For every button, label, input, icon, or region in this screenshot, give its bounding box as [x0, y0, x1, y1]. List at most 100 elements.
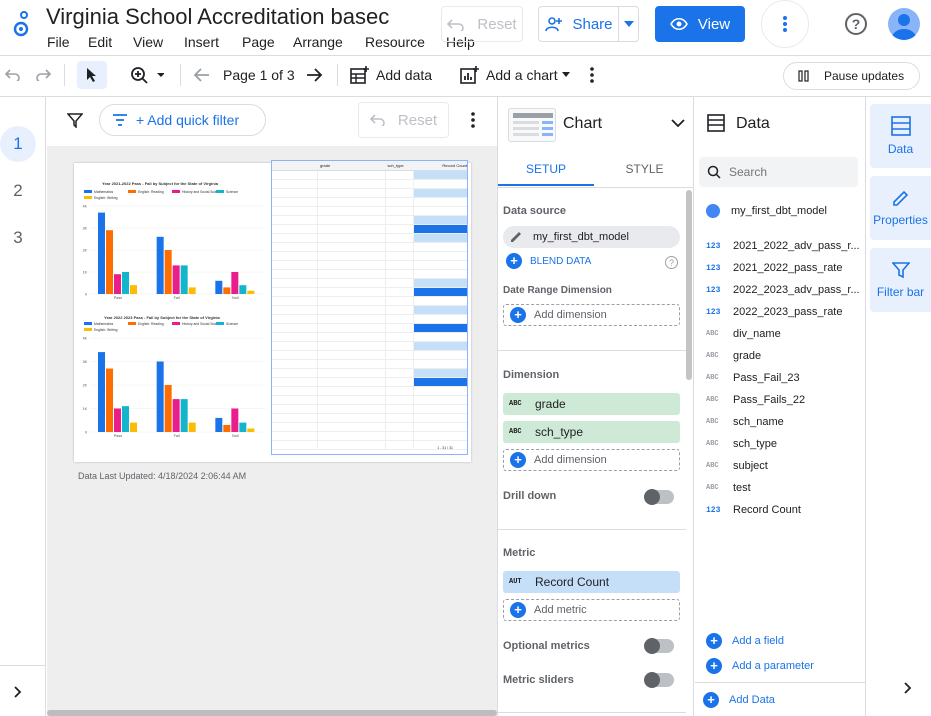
- bar[interactable]: [239, 422, 247, 432]
- prev-page-icon[interactable]: [192, 66, 210, 84]
- data-field-item[interactable]: 123 2022_2023_adv_pass_r...: [706, 279, 860, 301]
- bar[interactable]: [106, 230, 113, 294]
- filter-reset-button[interactable]: Reset: [358, 102, 449, 138]
- select-pointer-icon[interactable]: [77, 61, 107, 89]
- bar[interactable]: [156, 236, 164, 294]
- table-header-grade[interactable]: grade: [320, 163, 388, 168]
- more-vert-icon[interactable]: [586, 66, 598, 84]
- bar[interactable]: [172, 265, 180, 294]
- menu-page[interactable]: Page: [242, 34, 275, 50]
- add-data-footer-button[interactable]: + Add Data: [703, 692, 775, 708]
- blend-data-button[interactable]: + BLEND DATA: [503, 253, 591, 269]
- reset-button[interactable]: Reset: [441, 6, 523, 42]
- add-parameter-button[interactable]: + Add a parameter: [706, 658, 814, 674]
- bar-chart-2021-2022[interactable]: Mathematics English: Reading History and S…: [76, 188, 270, 302]
- bar[interactable]: [164, 250, 172, 294]
- data-source-item[interactable]: my_first_dbt_model: [706, 204, 827, 218]
- add-dimension-button[interactable]: + Add dimension: [503, 449, 680, 471]
- data-field-item[interactable]: ABC Pass_Fails_22: [706, 389, 805, 411]
- pause-updates-button[interactable]: Pause updates: [783, 62, 920, 90]
- share-button[interactable]: Share: [538, 6, 619, 42]
- menu-insert[interactable]: Insert: [184, 34, 219, 50]
- page-thumb-2[interactable]: 2: [0, 174, 36, 208]
- more-vert-icon[interactable]: [761, 0, 809, 48]
- filter-icon[interactable]: [66, 111, 84, 129]
- bar[interactable]: [156, 361, 164, 433]
- bar[interactable]: [172, 399, 180, 432]
- bar[interactable]: [215, 280, 223, 294]
- data-field-item[interactable]: ABC div_name: [706, 323, 781, 345]
- bar[interactable]: [130, 422, 137, 432]
- add-quick-filter-button[interactable]: + Add quick filter: [99, 104, 266, 136]
- bar[interactable]: [98, 352, 105, 432]
- right-tab-filter-bar[interactable]: Filter bar: [870, 248, 931, 312]
- bar[interactable]: [98, 212, 105, 294]
- add-data-button[interactable]: Add data: [350, 64, 432, 86]
- bar[interactable]: [188, 422, 196, 432]
- search-input[interactable]: [729, 165, 849, 179]
- bar[interactable]: [122, 406, 129, 432]
- tab-setup[interactable]: SETUP: [498, 152, 594, 186]
- data-field-item[interactable]: ABC grade: [706, 345, 761, 367]
- data-field-item[interactable]: 123 Record Count: [706, 499, 801, 521]
- data-field-item[interactable]: ABC sch_type: [706, 433, 777, 455]
- data-field-item[interactable]: 123 2022_2023_pass_rate: [706, 301, 842, 323]
- undo-icon[interactable]: [4, 66, 22, 84]
- more-vert-icon[interactable]: [467, 111, 479, 129]
- add-date-dimension-button[interactable]: + Add dimension: [503, 304, 680, 326]
- help-icon[interactable]: ?: [845, 13, 867, 35]
- bar[interactable]: [180, 399, 188, 432]
- setup-scrollbar[interactable]: [686, 190, 692, 380]
- data-table[interactable]: grade sch_type Record Count 1 - 31 / 31: [271, 160, 468, 455]
- logo-icon[interactable]: [10, 10, 34, 38]
- bar[interactable]: [122, 272, 129, 294]
- table-header-record-count[interactable]: Record Count: [427, 163, 467, 168]
- table-header-sch-type[interactable]: sch_type: [388, 163, 428, 168]
- metric-sliders-toggle[interactable]: [644, 672, 674, 688]
- avatar[interactable]: [888, 8, 920, 40]
- data-field-item[interactable]: ABC test: [706, 477, 751, 499]
- canvas-scrollbar-horizontal[interactable]: [47, 710, 497, 716]
- data-field-item[interactable]: 123 2021_2022_pass_rate: [706, 257, 842, 279]
- chart-type-icon[interactable]: [508, 108, 556, 142]
- redo-icon[interactable]: [34, 66, 52, 84]
- bar[interactable]: [106, 368, 113, 432]
- drill-down-toggle[interactable]: [644, 489, 674, 505]
- add-metric-button[interactable]: + Add metric: [503, 599, 680, 621]
- bar[interactable]: [239, 285, 247, 294]
- bar[interactable]: [164, 385, 172, 432]
- bar-chart-2022-2023[interactable]: Mathematics English: Reading History and S…: [76, 320, 270, 440]
- data-field-item[interactable]: 123 2021_2022_adv_pass_r...: [706, 235, 860, 257]
- page-thumb-1[interactable]: 1: [0, 126, 36, 162]
- bar[interactable]: [130, 285, 137, 294]
- menu-view[interactable]: View: [133, 34, 163, 50]
- share-dropdown-button[interactable]: [618, 6, 639, 42]
- dimension-chip-sch-type[interactable]: ABC sch_type: [503, 421, 680, 443]
- help-icon[interactable]: ?: [665, 256, 678, 269]
- data-field-item[interactable]: ABC subject: [706, 455, 768, 477]
- bar[interactable]: [223, 424, 231, 432]
- dimension-chip-grade[interactable]: ABC grade: [503, 393, 680, 415]
- data-field-item[interactable]: ABC sch_name: [706, 411, 784, 433]
- add-field-button[interactable]: + Add a field: [706, 633, 784, 649]
- bar[interactable]: [231, 272, 239, 294]
- menu-edit[interactable]: Edit: [88, 34, 112, 50]
- bar[interactable]: [114, 408, 121, 433]
- menu-file[interactable]: File: [47, 34, 70, 50]
- right-tab-properties[interactable]: Properties: [870, 176, 931, 240]
- bar[interactable]: [114, 274, 121, 294]
- zoom-icon[interactable]: [128, 64, 166, 86]
- view-button[interactable]: View: [655, 6, 745, 42]
- bar[interactable]: [231, 408, 239, 433]
- next-page-icon[interactable]: [306, 66, 324, 84]
- bar[interactable]: [180, 265, 188, 294]
- right-tab-data[interactable]: Data: [870, 104, 931, 168]
- bar[interactable]: [247, 290, 255, 294]
- add-chart-button[interactable]: Add a chart: [460, 64, 572, 86]
- metric-chip-record-count[interactable]: AUT Record Count: [503, 571, 680, 593]
- chevron-down-icon[interactable]: [670, 116, 686, 130]
- expand-rail-icon[interactable]: [10, 684, 26, 700]
- data-field-item[interactable]: ABC Pass_Fail_23: [706, 367, 800, 389]
- bar[interactable]: [188, 287, 196, 294]
- bar[interactable]: [223, 287, 231, 294]
